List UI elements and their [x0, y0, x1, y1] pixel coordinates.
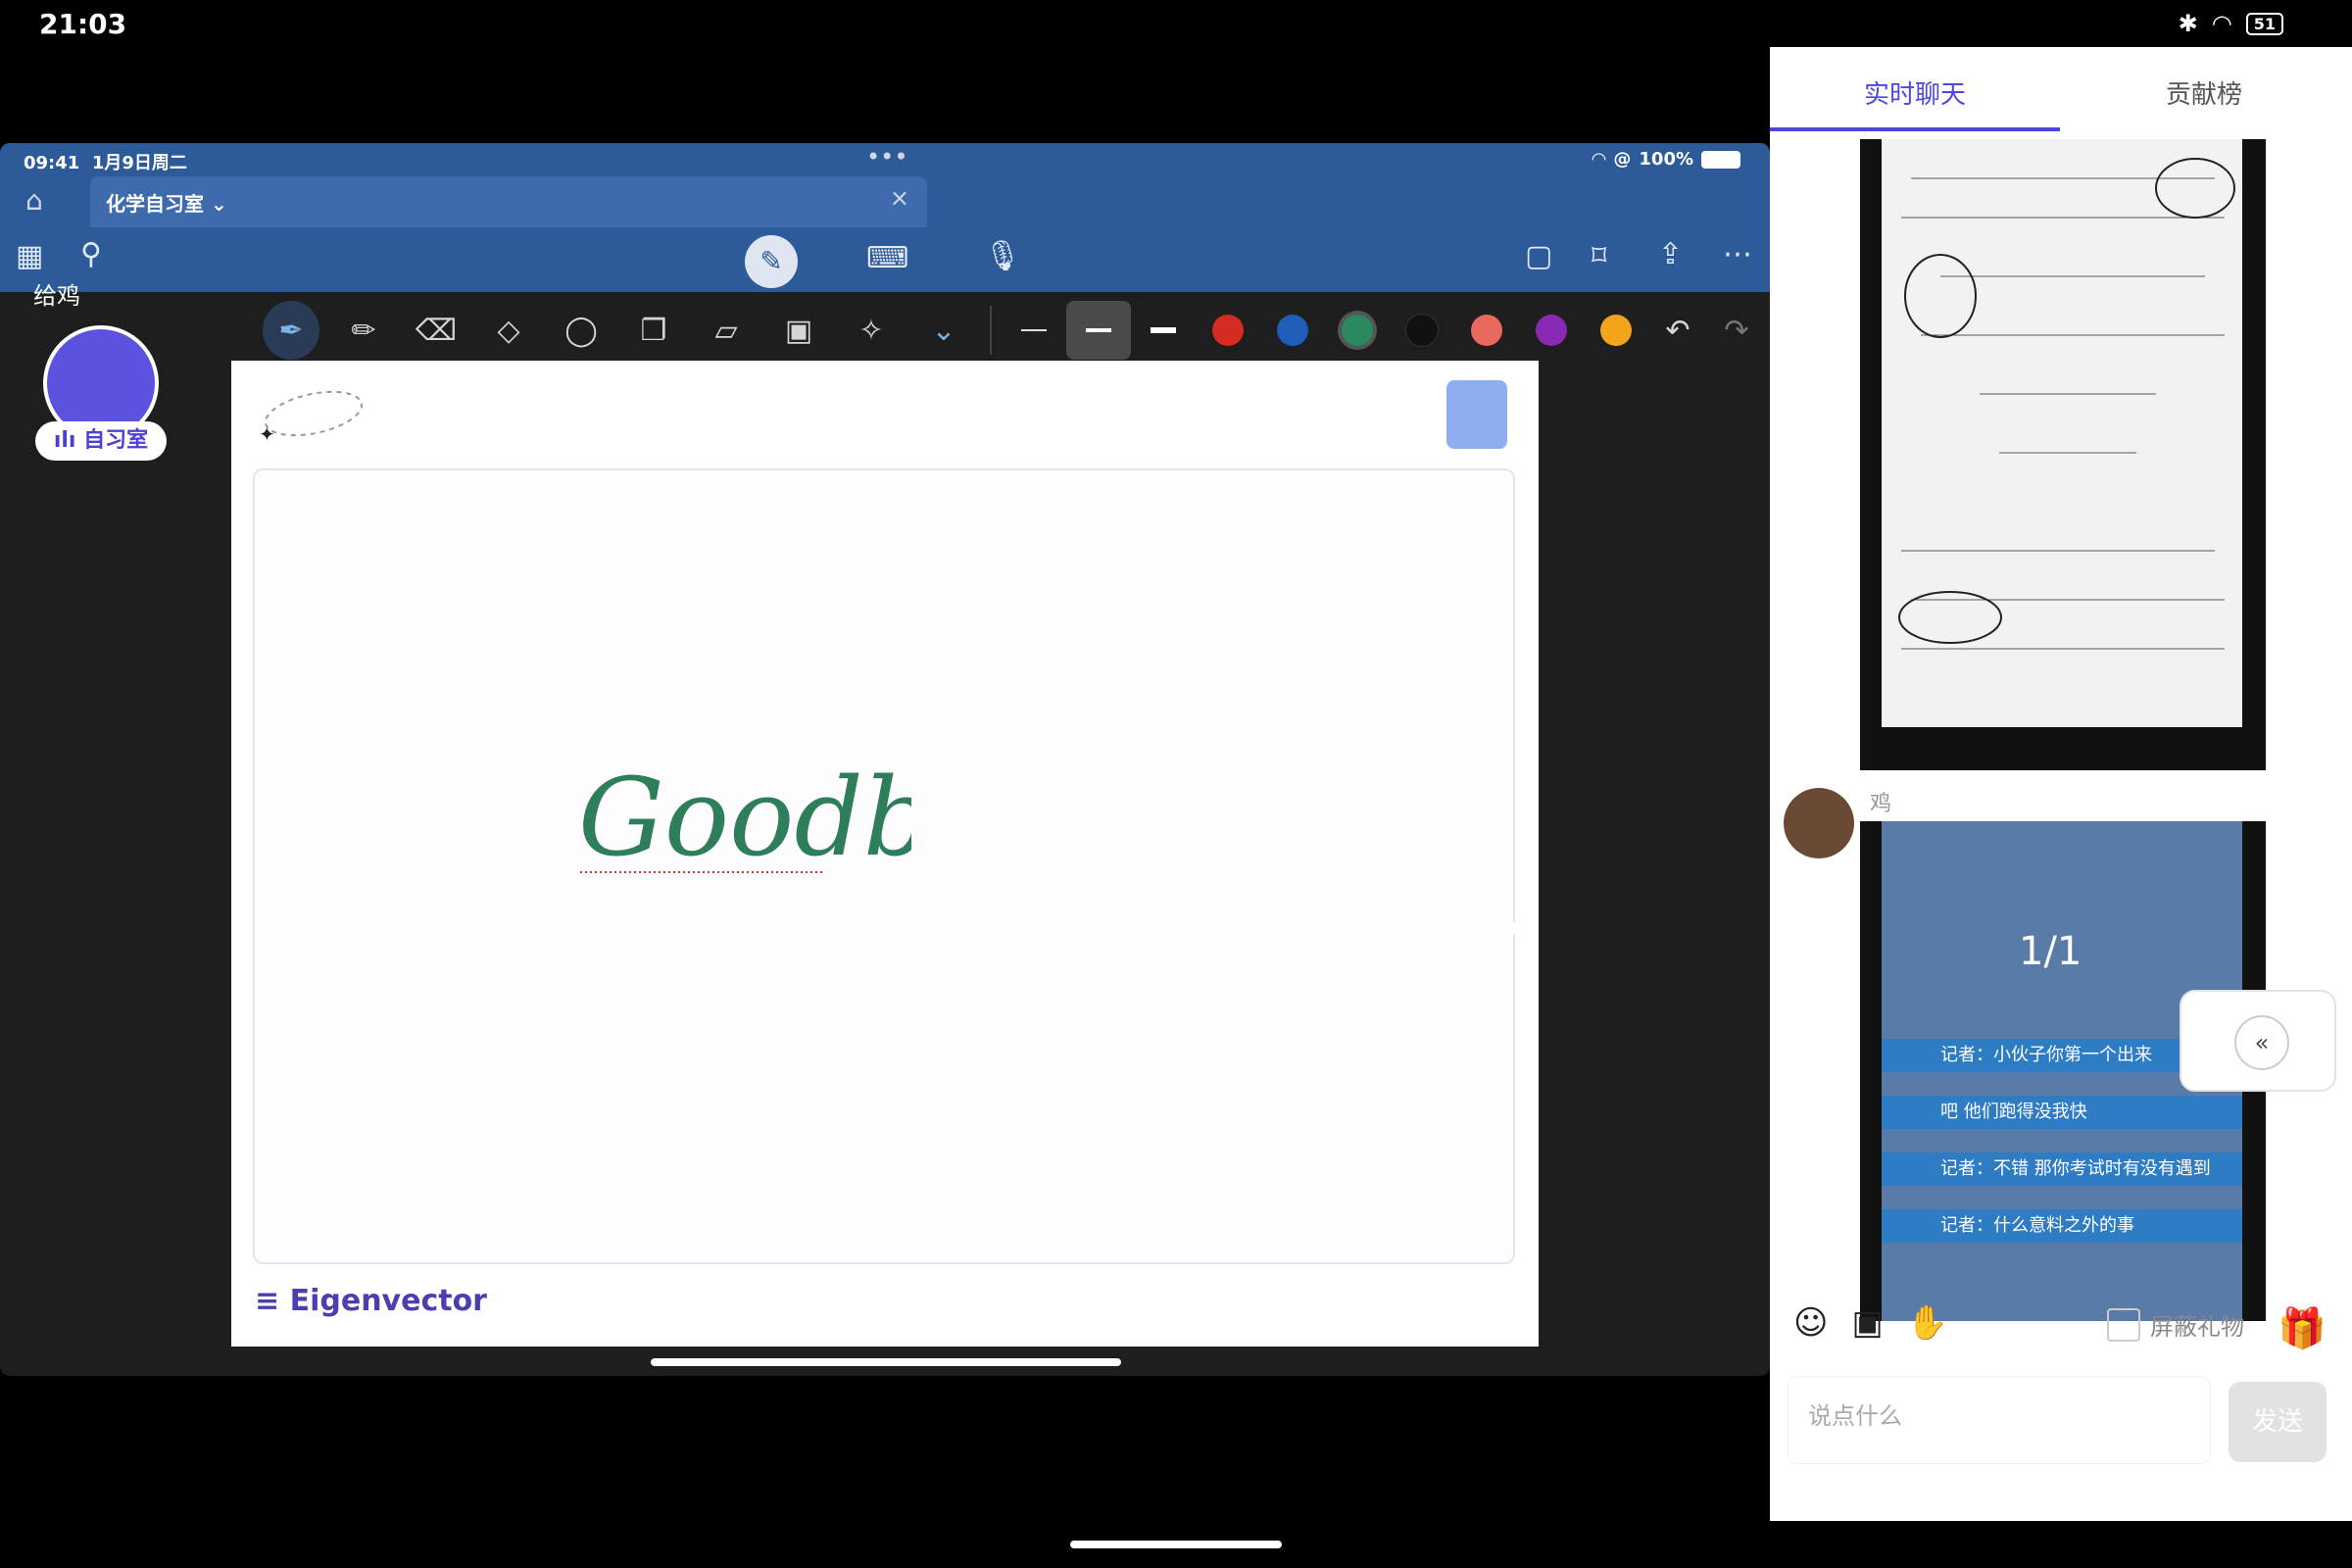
news-caption: 吧 他们跑得没我快 — [1882, 1096, 2242, 1129]
notes-canvas[interactable]: ✦ Goodbye! ≡ Eigenvector — [231, 361, 1539, 1347]
chat-tabs: 实时聊天 贡献榜 — [1770, 47, 2352, 133]
line-thin[interactable] — [1002, 301, 1066, 360]
room-badge: ılı 自习室 — [35, 421, 167, 461]
share-icon[interactable]: ⇪ — [1658, 237, 1683, 271]
pen-mode-icon[interactable]: ✎ — [745, 235, 798, 288]
send-button[interactable]: 发送 — [2229, 1382, 2327, 1462]
image-icon[interactable]: ▣ — [762, 301, 835, 360]
ipad-time: 09:41 1月9日周二 — [24, 153, 187, 173]
highlighter-icon[interactable]: ▱ — [690, 301, 762, 360]
ipad-status: ◠ @ 100% — [1592, 149, 1740, 170]
laser-pointer-icon[interactable]: ✧ — [835, 301, 907, 360]
divider — [990, 306, 992, 355]
svg-text:✦: ✦ — [259, 422, 275, 446]
home-indicator — [1070, 1541, 1282, 1548]
keyboard-icon[interactable]: ⌨ — [866, 241, 908, 275]
page[interactable]: Goodbye! — [253, 468, 1515, 1264]
gift-icon[interactable]: 🎁 — [2278, 1305, 2327, 1351]
lasso-icon[interactable]: ◯ — [545, 301, 617, 360]
block-gift-checkbox[interactable] — [2107, 1307, 2140, 1342]
tab-contribution[interactable]: 贡献榜 — [2166, 74, 2242, 111]
ipad-mirror: 09:41 1月9日周二 ••• ◠ @ 100% ⌂ 化学自习室 ⌄ × ▦ … — [0, 143, 1770, 1376]
eraser-icon[interactable]: ⌫ — [400, 301, 472, 360]
gift-label: 给鸡 — [33, 282, 80, 310]
chat-toolbar: ☺ ▣ ✋ — [1793, 1303, 1948, 1343]
color-swatch-black[interactable] — [1390, 301, 1454, 360]
message-input[interactable]: 说点什么 — [1788, 1376, 2211, 1464]
ipad-home-indicator — [651, 1358, 1121, 1366]
fountain-pen-icon[interactable]: ✒ — [263, 301, 319, 360]
eigenvector-logo: ≡ Eigenvector — [255, 1284, 487, 1318]
math-image-message[interactable] — [1860, 139, 2266, 770]
pencil-icon[interactable]: ✏ — [327, 301, 400, 360]
color-swatch-salmon[interactable] — [1454, 301, 1519, 360]
double-chevron-left-icon: « — [2234, 1015, 2289, 1070]
mouse-cursor-icon: ➤ — [1505, 911, 1529, 944]
emoji-icon[interactable]: ☺ — [1793, 1303, 1828, 1343]
active-tab-underline — [1770, 127, 2060, 131]
color-swatch-blue[interactable] — [1260, 301, 1325, 360]
redo-icon[interactable]: ↷ — [1707, 301, 1766, 360]
image-icon[interactable]: ▣ — [1851, 1303, 1883, 1343]
raise-hand-icon[interactable]: ✋ — [1907, 1303, 1948, 1343]
sender-name: 鸡 — [1870, 792, 1892, 816]
add-page-icon[interactable]: ▢ — [1525, 239, 1552, 273]
undo-icon[interactable]: ↶ — [1648, 301, 1707, 360]
avatar[interactable] — [1784, 788, 1854, 858]
wifi-icon: ◠ — [2211, 10, 2232, 37]
document-title: 化学自习室 ⌄ — [106, 192, 227, 216]
color-swatch-green[interactable] — [1325, 301, 1390, 360]
sticker-icon[interactable]: ❐ — [617, 301, 690, 360]
lasso-selection-icon: ✦ — [259, 390, 364, 446]
wifi-icon: ◠ — [1592, 149, 1606, 170]
ipad-toolbar: 09:41 1月9日周二 ••• ◠ @ 100% ⌂ 化学自习室 ⌄ × ▦ … — [0, 143, 1770, 310]
handwriting: Goodbye! — [578, 764, 911, 880]
book-icon[interactable] — [1446, 380, 1507, 449]
tab-live-chat[interactable]: 实时聊天 — [1864, 74, 1966, 111]
svg-text:Goodbye!: Goodbye! — [578, 764, 911, 880]
system-status-icons: ✱ ◠ 51 — [2179, 10, 2283, 37]
block-gift-toggle[interactable]: 屏蔽礼物 — [2107, 1307, 2244, 1342]
collapse-button[interactable]: « — [2180, 990, 2336, 1092]
system-time: 21:03 — [39, 8, 127, 40]
battery-icon — [1701, 150, 1740, 169]
bookmark-icon[interactable]: ⌑ — [1592, 239, 1606, 273]
color-swatch-orange[interactable] — [1584, 301, 1648, 360]
search-icon[interactable]: ⚲ — [80, 237, 102, 271]
multitask-dots[interactable]: ••• — [866, 143, 907, 171]
bluetooth-icon: ✱ — [2178, 10, 2198, 37]
close-icon[interactable]: × — [890, 184, 909, 212]
page-counter: 1/1 — [2019, 929, 2082, 974]
home-icon[interactable]: ⌂ — [25, 184, 43, 217]
lock-rotation-icon: @ — [1613, 149, 1632, 170]
math-worksheet-image — [1882, 139, 2242, 727]
equations-placeholder — [1898, 158, 2235, 650]
line-thick[interactable] — [1131, 301, 1196, 360]
grid-icon[interactable]: ▦ — [16, 239, 43, 273]
news-caption: 记者：什么意料之外的事 — [1882, 1209, 2242, 1243]
battery-icon: 51 — [2245, 12, 2283, 35]
microphone-icon[interactable]: 🎙 — [984, 239, 1021, 273]
document-tab[interactable]: 化学自习室 ⌄ × — [90, 176, 927, 227]
chevron-down-icon[interactable]: ⌄ — [907, 301, 980, 360]
news-caption: 记者：不错 那你考试时有没有遇到 — [1882, 1152, 2242, 1186]
more-icon[interactable]: ⋯ — [1723, 237, 1752, 271]
line-medium[interactable] — [1066, 301, 1131, 360]
chat-panel: 实时聊天 贡献榜 鸡 1/1 记者：小伙子你第一个出来 吧 他们跑得没我快 记者… — [1770, 47, 2352, 1521]
shapes-icon[interactable]: ◇ — [472, 301, 545, 360]
drawing-tools: ✒ ✏ ⌫ ◇ ◯ ❐ ▱ ▣ ✧ ⌄ ↶ ↷ — [255, 292, 1766, 368]
study-room-avatar[interactable]: ılı 自习室 — [35, 325, 169, 463]
color-swatch-purple[interactable] — [1519, 301, 1584, 360]
color-swatch-red[interactable] — [1196, 301, 1260, 360]
